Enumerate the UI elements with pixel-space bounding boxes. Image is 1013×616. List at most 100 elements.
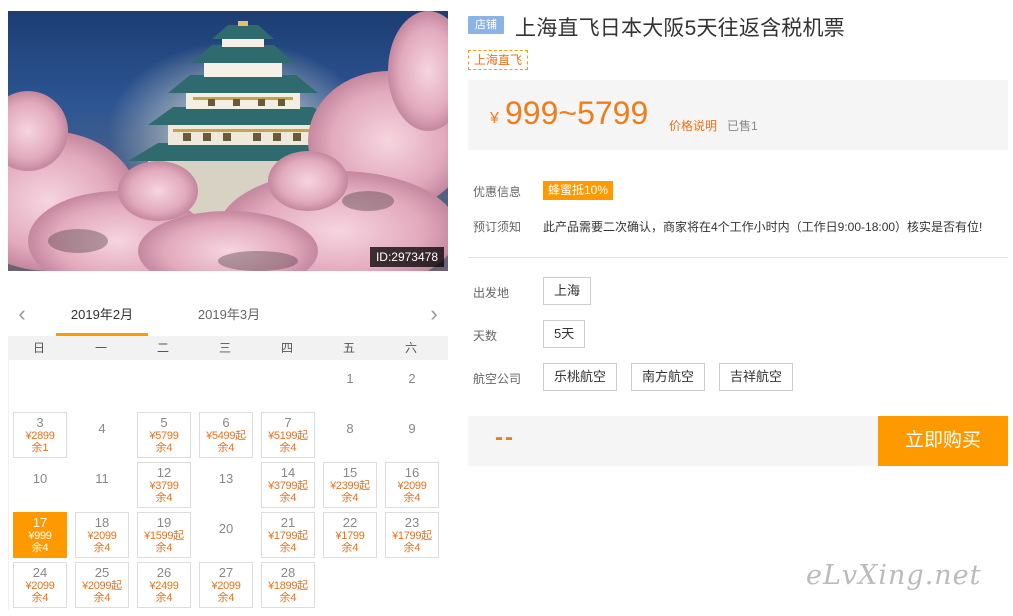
day-remaining: 余4 bbox=[31, 592, 49, 604]
day-remaining: 余4 bbox=[341, 542, 359, 554]
day-price: ¥2399起 bbox=[330, 480, 370, 492]
weekday-sat: 六 bbox=[404, 341, 417, 355]
calendar-day-26[interactable]: 26 ¥2499 余4 bbox=[133, 560, 195, 610]
calendar-day-12[interactable]: 12 ¥3799 余4 bbox=[133, 460, 195, 510]
calendar-day-28[interactable]: 28 ¥1899起 余4 bbox=[257, 560, 319, 610]
day-number: 8 bbox=[346, 421, 354, 436]
day-number bbox=[257, 360, 319, 372]
calendar-day-13: 13 bbox=[195, 460, 257, 510]
airline-option-peach[interactable]: 乐桃航空 bbox=[543, 363, 618, 391]
calendar-day-23[interactable]: 23 ¥1799起 余4 bbox=[381, 510, 443, 560]
day-remaining: 余4 bbox=[155, 542, 173, 554]
day-remaining: 余4 bbox=[155, 442, 173, 454]
calendar-day-9: 9 bbox=[381, 410, 443, 460]
weekday-wed: 三 bbox=[218, 341, 231, 355]
day-number: 26 bbox=[156, 565, 172, 580]
calendar-day-24[interactable]: 24 ¥2099 余4 bbox=[9, 560, 71, 610]
notice-label: 预订须知 bbox=[473, 220, 522, 234]
calendar-day-18[interactable]: 18 ¥2099 余4 bbox=[71, 510, 133, 560]
price-box: ¥ 999~5799 价格说明 已售1 bbox=[468, 80, 1008, 150]
product-image[interactable]: ID:2973478 bbox=[8, 11, 448, 271]
day-number: 23 bbox=[404, 515, 420, 530]
day-number bbox=[195, 360, 257, 372]
price-range: 999~5799 bbox=[505, 95, 649, 131]
day-remaining: 余4 bbox=[279, 542, 297, 554]
day-number: 22 bbox=[342, 515, 358, 530]
image-id-label: ID:2973478 bbox=[369, 247, 444, 267]
calendar-day-15[interactable]: 15 ¥2399起 余4 bbox=[319, 460, 381, 510]
days-option-5[interactable]: 5天 bbox=[543, 320, 586, 348]
day-number: 25 bbox=[94, 565, 110, 580]
promo-label: 优惠信息 bbox=[473, 185, 522, 199]
day-remaining: 余4 bbox=[155, 492, 173, 504]
day-number bbox=[9, 360, 71, 372]
calendar-blank-cell bbox=[195, 360, 257, 410]
calendar-blank-cell bbox=[257, 360, 319, 410]
prev-month-chevron-icon[interactable]: ‹ bbox=[12, 302, 32, 326]
day-price: ¥2099 bbox=[87, 530, 117, 542]
calendar-day-7[interactable]: 7 ¥5199起 余4 bbox=[257, 410, 319, 460]
day-number: 16 bbox=[404, 465, 420, 480]
calendar-day-22[interactable]: 22 ¥1799 余4 bbox=[319, 510, 381, 560]
day-number: 7 bbox=[284, 415, 292, 430]
calendar-day-27[interactable]: 27 ¥2099 余4 bbox=[195, 560, 257, 610]
day-number: 19 bbox=[156, 515, 172, 530]
calendar-day-19[interactable]: 19 ¥1599起 余4 bbox=[133, 510, 195, 560]
product-page: ID:2973478 ‹ 2019年2月 2019年3月 › 日 一 二 三 四… bbox=[0, 0, 1013, 616]
calendar-day-16[interactable]: 16 ¥2099 余4 bbox=[381, 460, 443, 510]
day-number: 5 bbox=[160, 415, 168, 430]
buy-now-button[interactable]: 立即购买 bbox=[878, 416, 1008, 466]
day-number: 11 bbox=[95, 471, 109, 486]
day-remaining: 余4 bbox=[217, 442, 235, 454]
total-price: -- bbox=[495, 424, 515, 451]
day-number: 10 bbox=[32, 471, 48, 486]
day-price: ¥5499起 bbox=[206, 430, 246, 442]
next-month-chevron-icon[interactable]: › bbox=[424, 302, 444, 326]
day-price: ¥3799起 bbox=[268, 480, 308, 492]
calendar-blank-cell bbox=[133, 360, 195, 410]
airline-option-juneyao[interactable]: 吉祥航空 bbox=[719, 363, 794, 391]
departure-label: 出发地 bbox=[473, 286, 510, 300]
day-number: 12 bbox=[156, 465, 172, 480]
day-remaining: 余4 bbox=[93, 542, 111, 554]
day-number: 6 bbox=[222, 415, 230, 430]
watermark-text: eLvXing.net bbox=[806, 560, 982, 591]
price-calendar: ‹ 2019年2月 2019年3月 › 日 一 二 三 四 五 六 1 2 3 ¥28… bbox=[8, 296, 448, 610]
tab-month-mar[interactable]: 2019年3月 bbox=[183, 306, 275, 336]
calendar-day-6[interactable]: 6 ¥5499起 余4 bbox=[195, 410, 257, 460]
day-number bbox=[71, 360, 133, 372]
day-price: ¥5799 bbox=[149, 430, 179, 442]
calendar-grid: 1 2 3 ¥2899 余1 4 5 ¥5799 余4 6 ¥5499起 余4 7 ¥5199起 余4 8 9 1… bbox=[8, 360, 448, 610]
day-number: 21 bbox=[280, 515, 296, 530]
day-price: ¥2099起 bbox=[82, 580, 122, 592]
tab-month-feb[interactable]: 2019年2月 bbox=[56, 306, 148, 336]
price-explain-link[interactable]: 价格说明 bbox=[669, 117, 717, 134]
calendar-day-5[interactable]: 5 ¥5799 余4 bbox=[133, 410, 195, 460]
day-number: 1 bbox=[346, 371, 354, 386]
airline-label: 航空公司 bbox=[473, 372, 522, 386]
weekday-thu: 四 bbox=[280, 341, 293, 355]
day-remaining: 余4 bbox=[403, 542, 421, 554]
calendar-day-14[interactable]: 14 ¥3799起 余4 bbox=[257, 460, 319, 510]
calendar-day-17[interactable]: 17 ¥999 余4 bbox=[9, 510, 71, 560]
departure-option-shanghai[interactable]: 上海 bbox=[543, 277, 592, 305]
weekday-fri: 五 bbox=[342, 341, 355, 355]
calendar-blank-cell bbox=[9, 360, 71, 410]
day-price: ¥2099 bbox=[397, 480, 427, 492]
airline-option-china-southern[interactable]: 南方航空 bbox=[631, 363, 706, 391]
calendar-day-3[interactable]: 3 ¥2899 余1 bbox=[9, 410, 71, 460]
castle-illustration bbox=[8, 11, 448, 271]
promo-badge: 蜂蜜抵10% bbox=[543, 181, 614, 200]
calendar-day-21[interactable]: 21 ¥1799起 余4 bbox=[257, 510, 319, 560]
day-number: 4 bbox=[98, 421, 106, 436]
day-price: ¥3799 bbox=[149, 480, 179, 492]
calendar-day-25[interactable]: 25 ¥2099起 余4 bbox=[71, 560, 133, 610]
day-price: ¥5199起 bbox=[268, 430, 308, 442]
day-number: 15 bbox=[342, 465, 358, 480]
calendar-day-4: 4 bbox=[71, 410, 133, 460]
day-price: ¥1799起 bbox=[392, 530, 432, 542]
day-price: ¥2099 bbox=[25, 580, 55, 592]
calendar-day-1: 1 bbox=[319, 360, 381, 410]
day-remaining: 余4 bbox=[279, 492, 297, 504]
day-price: ¥1599起 bbox=[144, 530, 184, 542]
